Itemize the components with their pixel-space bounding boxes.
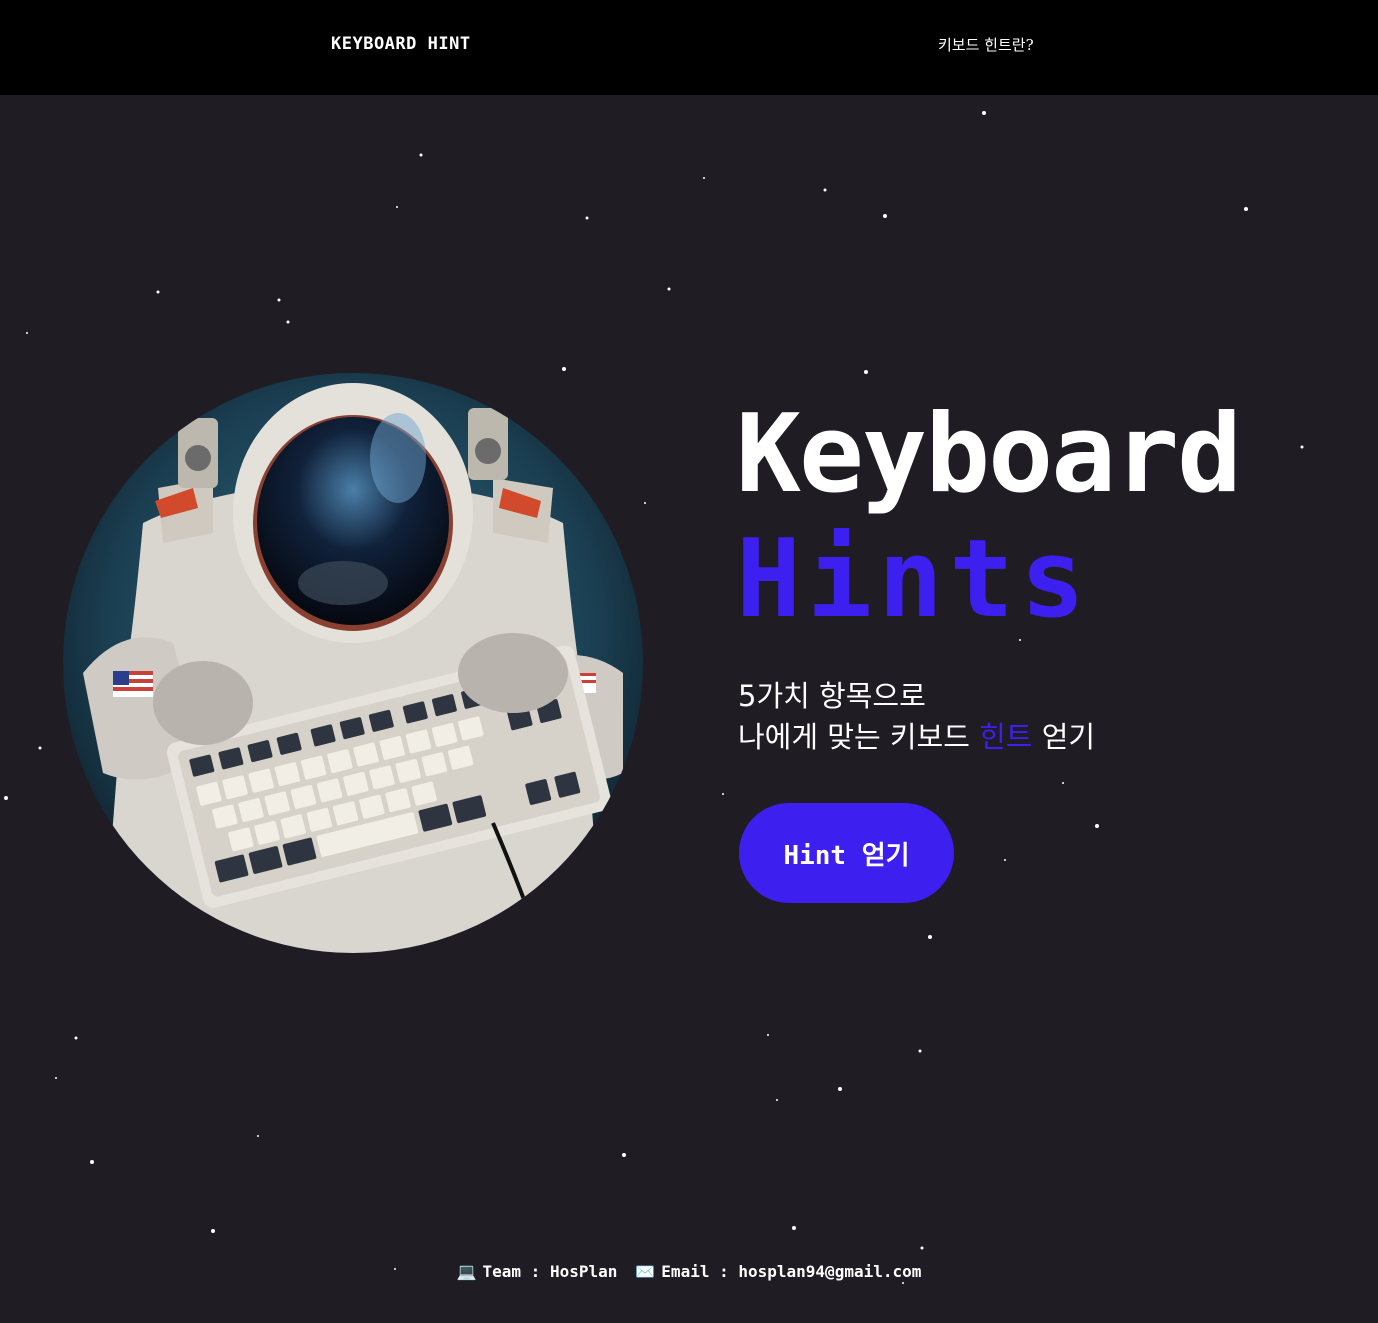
- subtitle-highlight: 힌트: [979, 720, 1033, 754]
- astronaut-keyboard-image: [63, 373, 643, 953]
- hero-title-hints: Hints: [736, 517, 1092, 642]
- astronaut-keyboard-illustration: [63, 373, 643, 953]
- hero-title-keyboard: Keyboard: [736, 392, 1242, 517]
- nav-link-about[interactable]: 키보드 힌트란?: [938, 34, 1034, 55]
- envelope-icon: ✉️: [635, 1262, 656, 1281]
- subtitle-line-2: 나에게 맞는 키보드 힌트 얻기: [738, 717, 1095, 758]
- hero-subtitle: 5가치 항목으로 나에게 맞는 키보드 힌트 얻기: [738, 676, 1095, 758]
- footer-email[interactable]: Email : hosplan94@gmail.com: [661, 1262, 921, 1281]
- top-navigation-bar: KEYBOARD HINT 키보드 힌트란?: [0, 0, 1378, 95]
- get-hint-button[interactable]: Hint 얻기: [739, 803, 954, 903]
- subtitle-line-1: 5가치 항목으로: [738, 679, 926, 713]
- subtitle-text: 나에게 맞는 키보드: [738, 720, 980, 754]
- brand-logo[interactable]: KEYBOARD HINT: [331, 34, 471, 54]
- footer: 💻 Team : HosPlan ✉️ Email : hosplan94@gmail…: [0, 1262, 1378, 1281]
- footer-team: Team : HosPlan: [482, 1262, 618, 1281]
- subtitle-text-end: 얻기: [1032, 720, 1096, 754]
- laptop-icon: 💻: [456, 1262, 477, 1281]
